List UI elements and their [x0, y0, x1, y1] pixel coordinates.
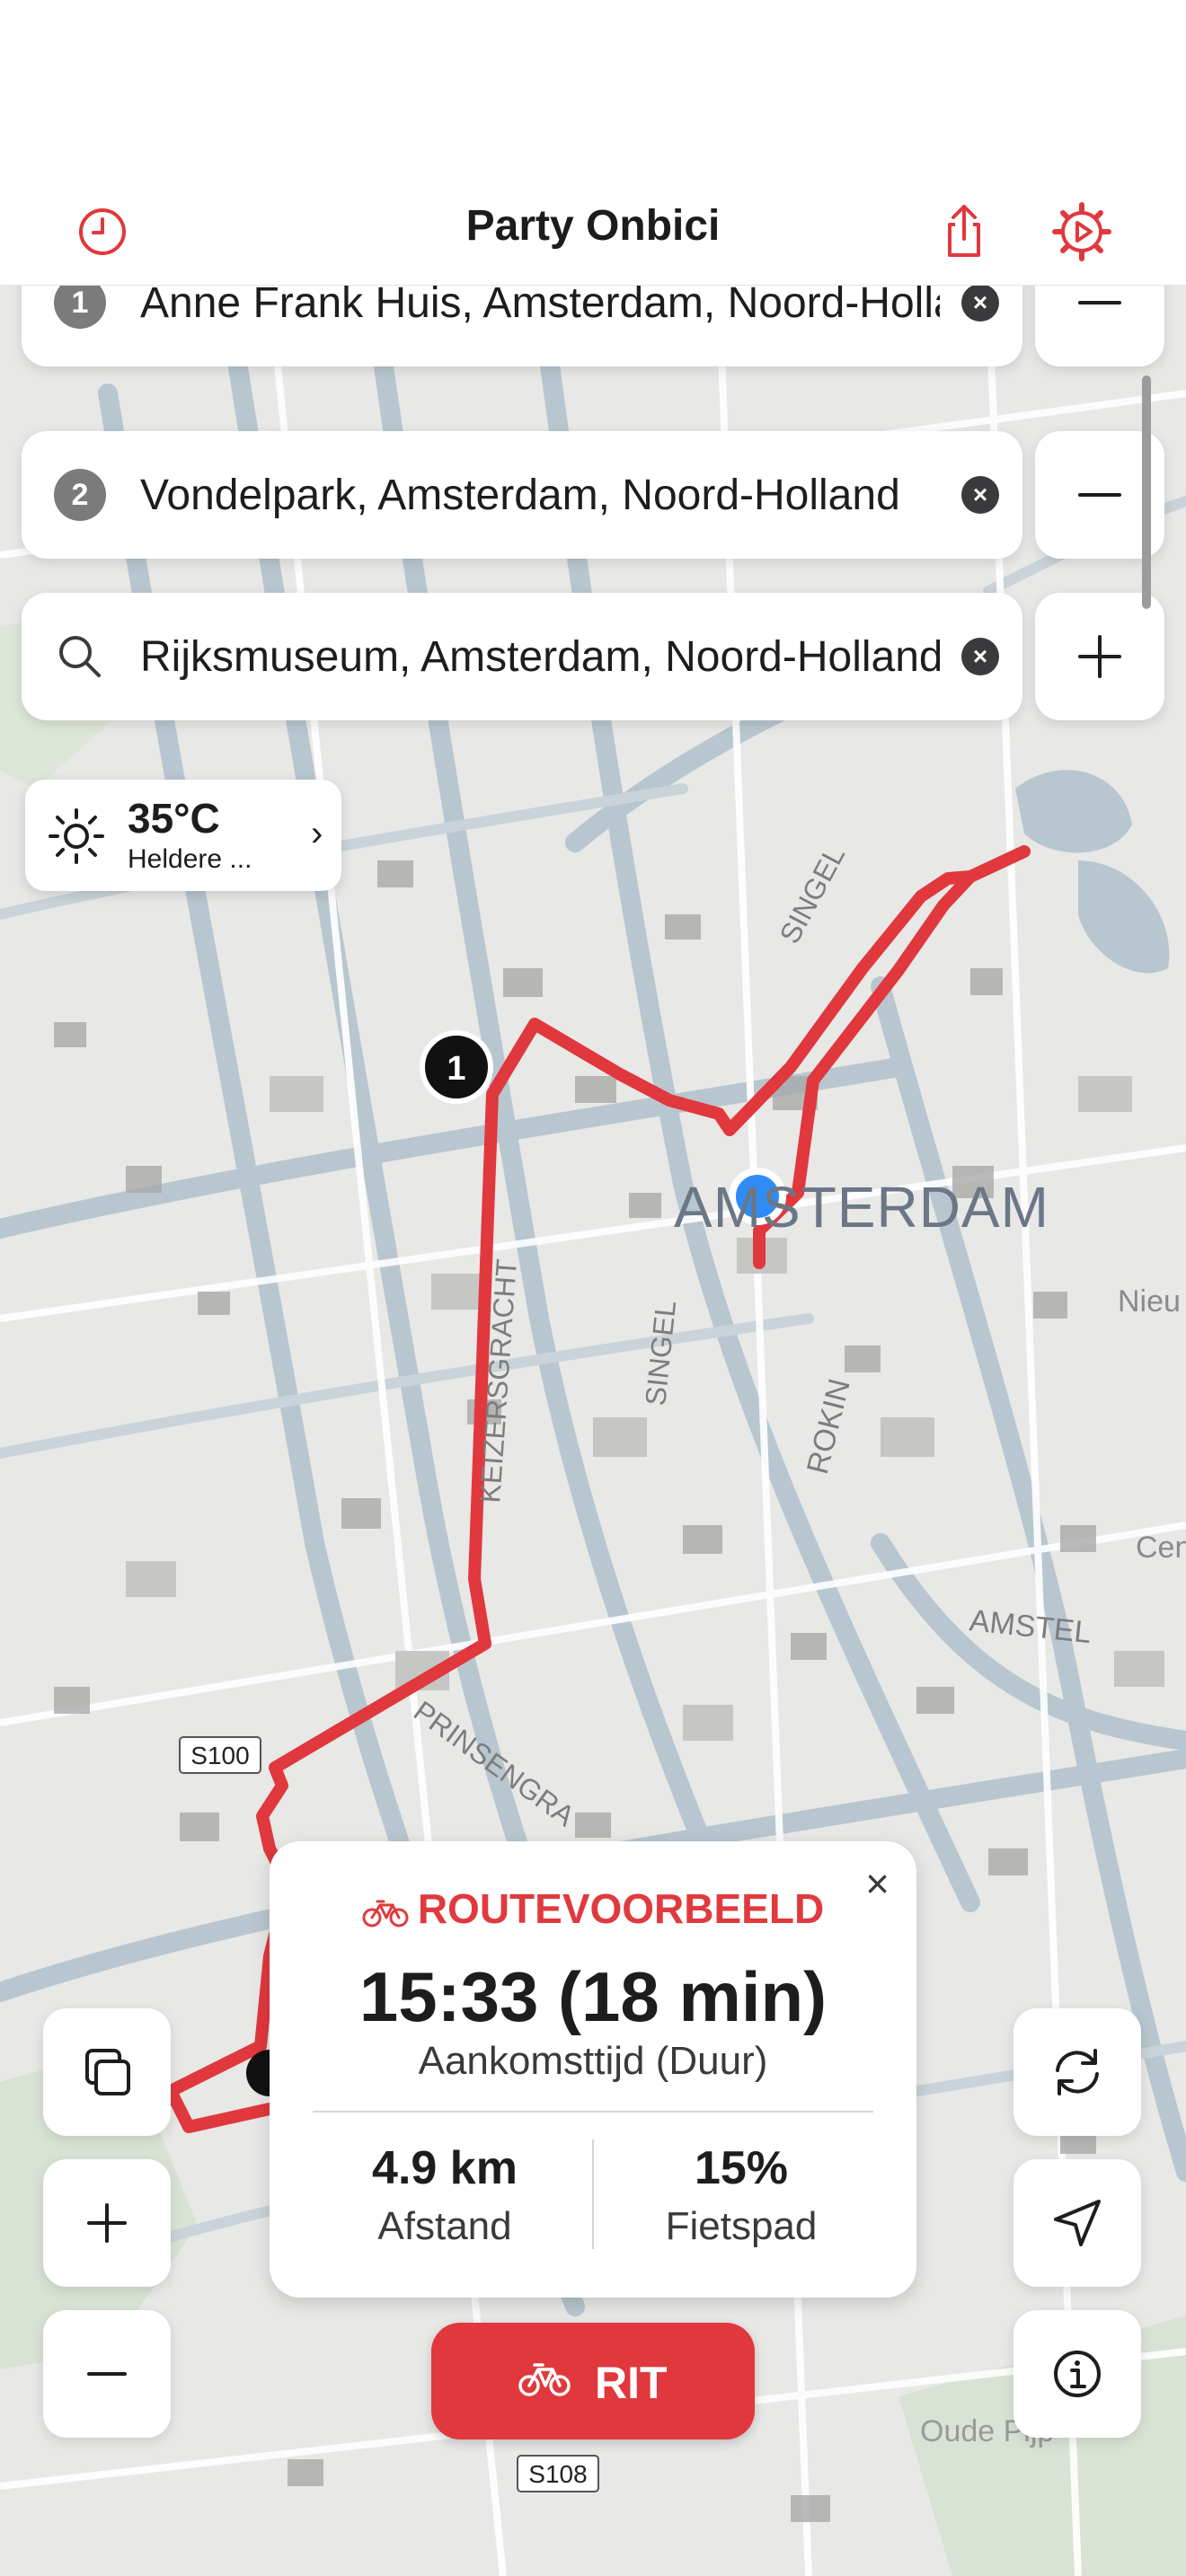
- weather-temperature: 35°C: [128, 795, 220, 842]
- page-title: Party Onbici: [465, 202, 721, 250]
- distance-value: 4.9 km: [372, 2142, 518, 2194]
- sun-icon: [49, 808, 104, 864]
- bicycle-icon: [362, 1900, 409, 1928]
- route-preview-title: ROUTEVOORBEELD: [417, 1885, 825, 1932]
- chevron-right-icon: ›: [311, 814, 323, 853]
- waypoint-number: 2: [54, 469, 106, 521]
- waypoint-row-2[interactable]: 2 Vondelpark, Amsterdam, Noord-Holland ×: [22, 431, 1022, 559]
- status-bar: [0, 0, 1186, 180]
- distance-label: Afstand: [377, 2204, 512, 2248]
- ride-button-label: RIT: [595, 2358, 668, 2408]
- share-icon[interactable]: [932, 199, 996, 264]
- layers-icon: [85, 2049, 130, 2095]
- bikepath-label: Fietspad: [665, 2204, 818, 2248]
- nav-bar: Party Onbici: [0, 180, 1186, 286]
- waypoint-number: 1: [54, 286, 106, 329]
- refresh-icon: [1056, 2049, 1099, 2095]
- gear-play-icon[interactable]: [1049, 199, 1114, 264]
- waypoint-marker-label: 1: [447, 1050, 465, 1088]
- minus-icon: [1078, 493, 1121, 497]
- clear-icon[interactable]: ×: [961, 286, 999, 322]
- zoom-out-button[interactable]: [43, 2310, 171, 2438]
- scrollbar[interactable]: [1142, 375, 1151, 609]
- clear-icon[interactable]: ×: [961, 476, 999, 514]
- waypoint-row-1[interactable]: 1 Anne Frank Huis, Amsterdam, Noord-Holl…: [22, 286, 1022, 366]
- layers-button[interactable]: [43, 2008, 171, 2136]
- minus-icon: [1078, 301, 1121, 304]
- bicycle-icon: [518, 2363, 571, 2396]
- info-icon: [1054, 2351, 1101, 2397]
- map-label-cen: Cen: [1136, 1531, 1186, 1565]
- clear-icon[interactable]: ×: [961, 638, 999, 675]
- divider: [313, 2111, 873, 2113]
- add-waypoint-button[interactable]: [1035, 593, 1164, 720]
- remove-waypoint-button[interactable]: [1035, 286, 1164, 366]
- destination-row[interactable]: Rijksmuseum, Amsterdam, Noord-Holland ×: [22, 593, 1022, 720]
- weather-description: Heldere ...: [128, 844, 252, 874]
- ride-button[interactable]: RIT: [431, 2323, 755, 2439]
- weather-widget[interactable]: 35°C Heldere ... ›: [25, 780, 341, 891]
- minus-icon: [87, 2372, 127, 2376]
- map-route-shield-s100: S100: [190, 1742, 249, 1769]
- arrival-label: Aankomsttijd (Duur): [418, 2039, 768, 2083]
- waypoint-input[interactable]: Vondelpark, Amsterdam, Noord-Holland: [140, 471, 940, 521]
- route-preview-card: × ROUTEVOORBEELD 15:33 (18 min) Aankomst…: [270, 1841, 916, 2298]
- info-button[interactable]: [1013, 2310, 1141, 2438]
- navigation-arrow-icon: [1054, 2200, 1101, 2246]
- destination-input[interactable]: Rijksmuseum, Amsterdam, Noord-Holland: [140, 632, 940, 683]
- waypoint-input[interactable]: Anne Frank Huis, Amsterdam, Noord-Hollan…: [140, 286, 940, 329]
- map-label-nieuw: Nieu: [1118, 1284, 1181, 1319]
- refresh-route-button[interactable]: [1013, 2008, 1141, 2136]
- search-icon: [59, 636, 101, 677]
- plus-icon: [87, 2203, 127, 2243]
- map-label-city: AMSTERDAM: [674, 1175, 1049, 1239]
- bikepath-value: 15%: [694, 2142, 789, 2194]
- arrival-time: 15:33 (18 min): [358, 1957, 828, 2036]
- map-route-shield-s108: S108: [528, 2460, 587, 2488]
- plus-icon: [1078, 635, 1121, 678]
- zoom-in-button[interactable]: [43, 2159, 171, 2287]
- locate-me-button[interactable]: [1013, 2159, 1141, 2287]
- route-preview-heading: ROUTEVOORBEELD: [270, 1884, 916, 1933]
